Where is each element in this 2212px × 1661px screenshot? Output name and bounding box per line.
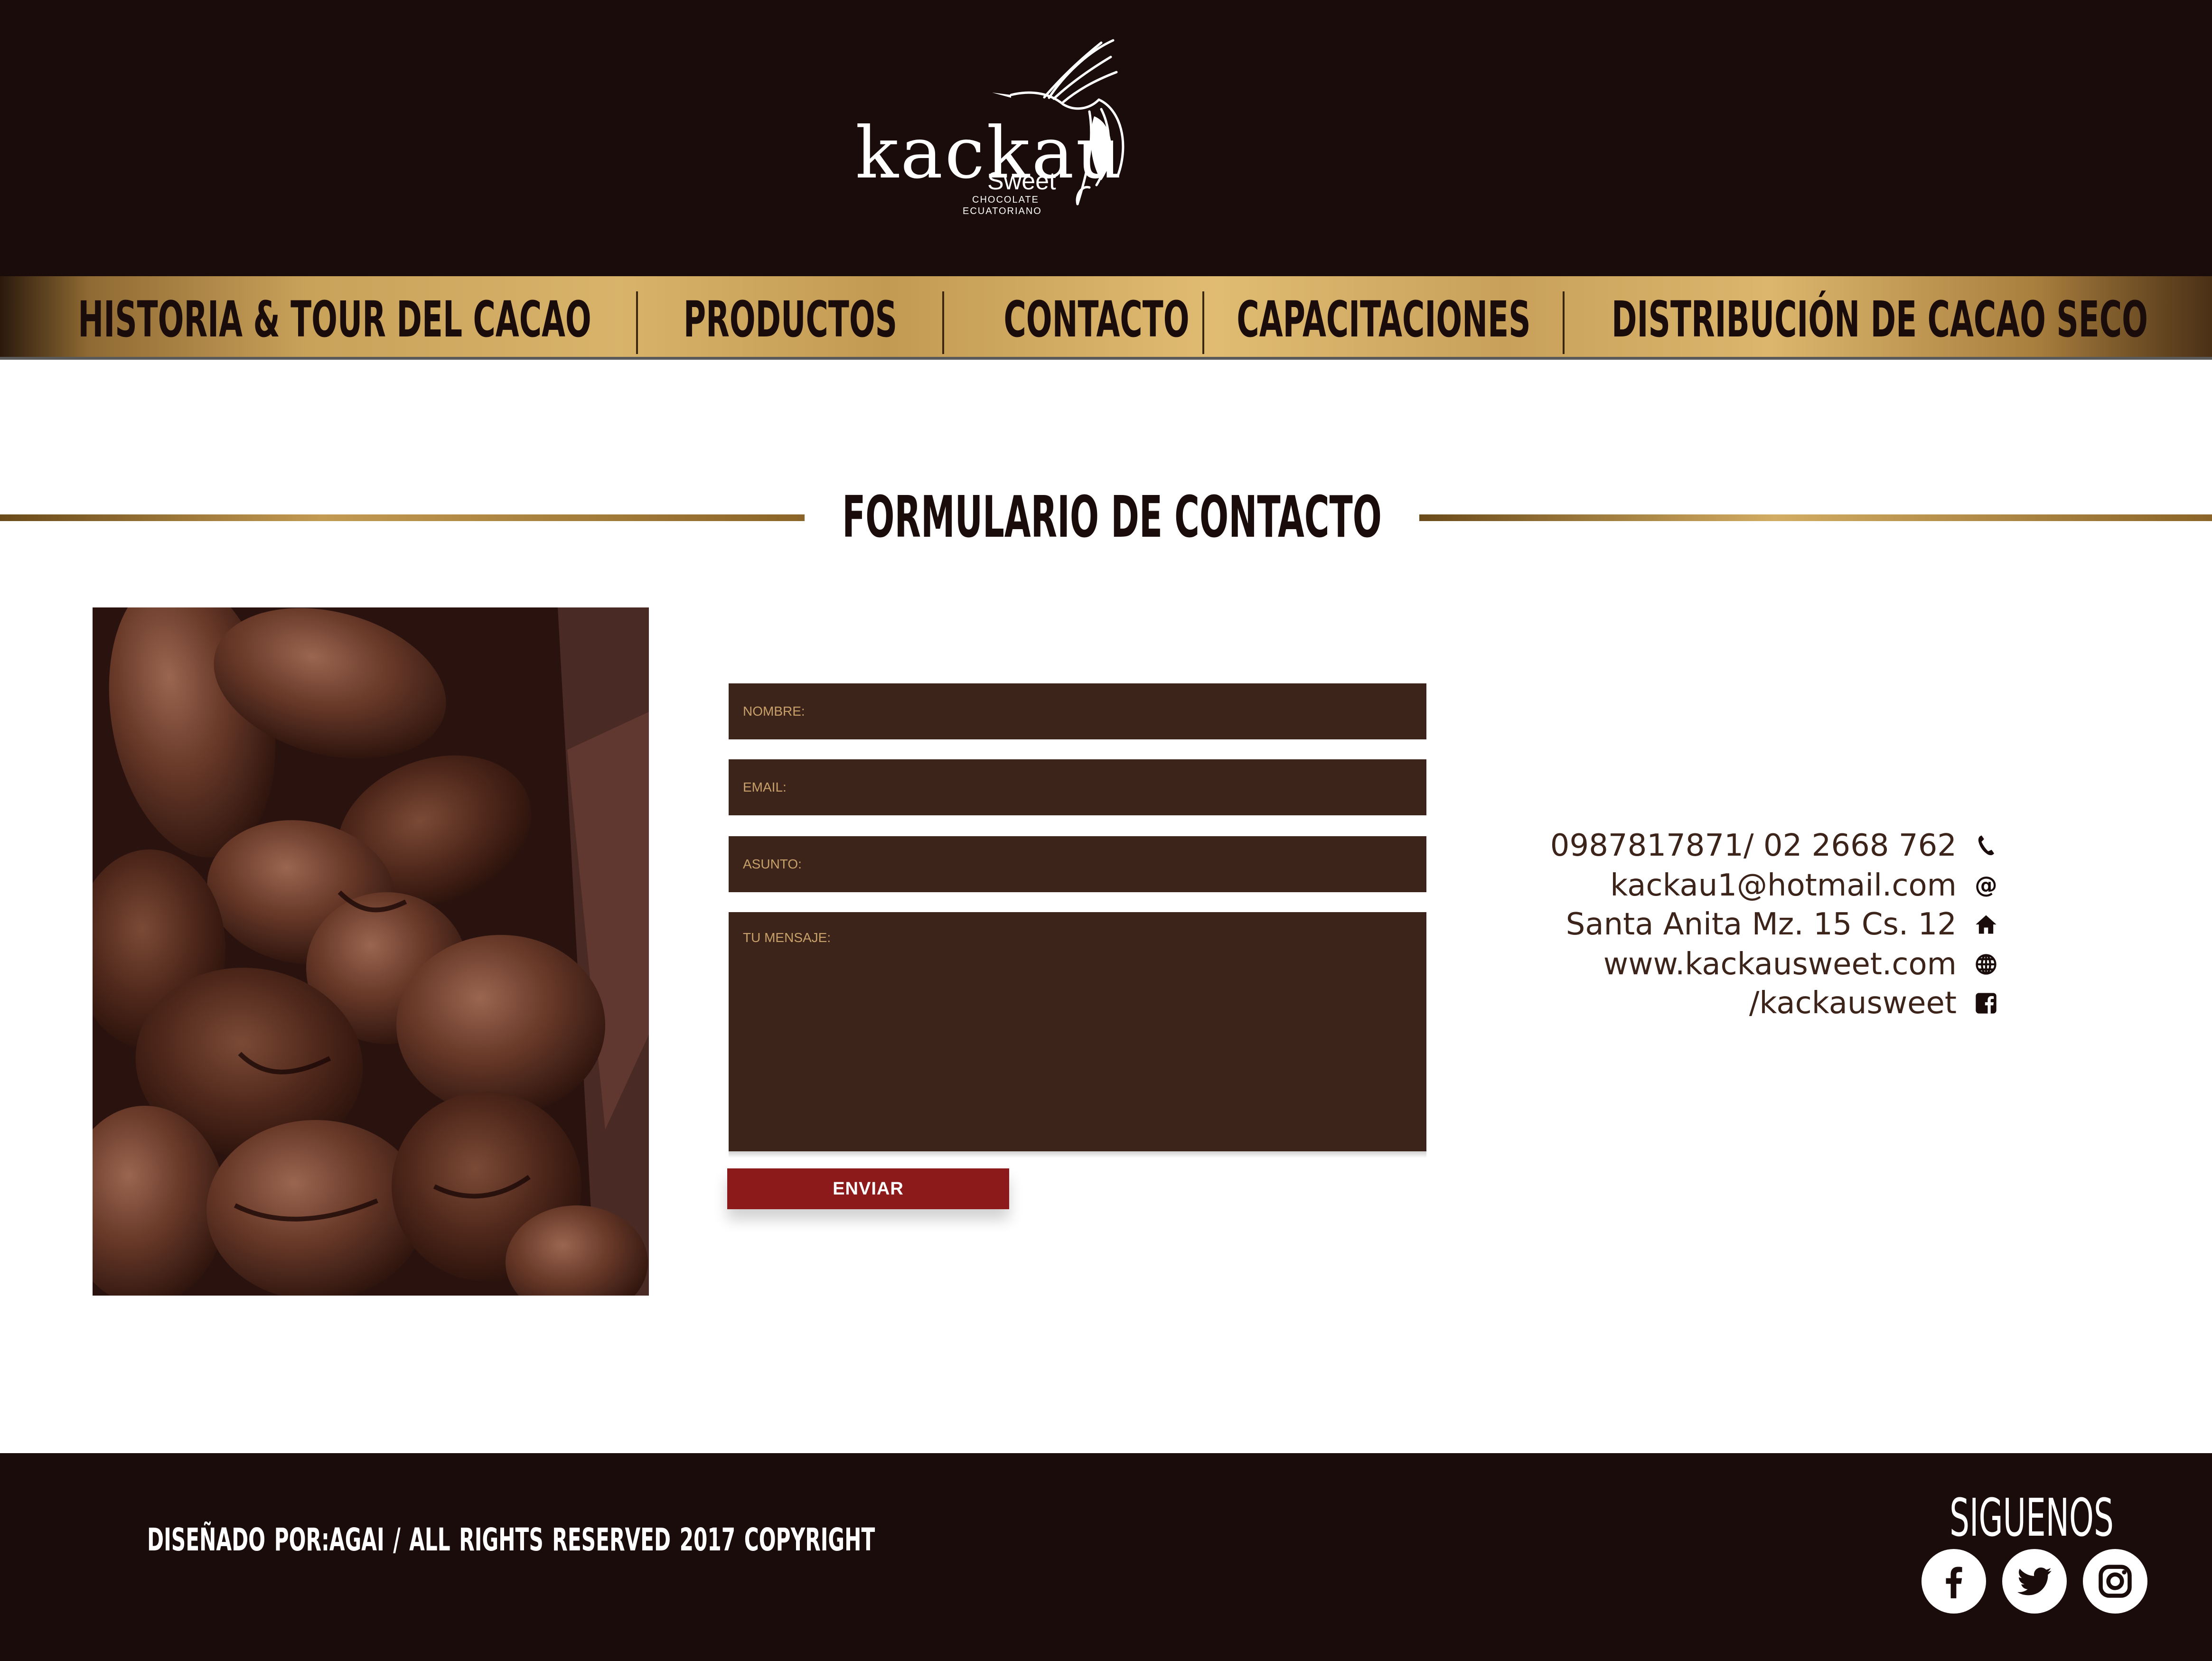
globe-icon (1974, 952, 1998, 977)
site-footer: DISEÑADO POR:AGAI / ALL RIGHTS RESERVED … (0, 1453, 2212, 1661)
nav-divider (1202, 291, 1204, 354)
title-divider-right (1419, 514, 2212, 521)
nav-divider (636, 291, 638, 354)
home-icon (1974, 912, 1998, 937)
phone-icon (1974, 833, 1998, 858)
contact-phone: 0987817871/ 02 2668 762 (1550, 827, 1998, 865)
twitter-icon (2017, 1567, 2052, 1596)
hummingbird-logo-icon (992, 39, 1125, 205)
instagram-social-button[interactable] (2083, 1549, 2147, 1614)
nav-item-historia[interactable]: HISTORIA & TOUR DEL CACAO (78, 290, 591, 348)
follow-label: SIGUENOS (1950, 1487, 2114, 1548)
nombre-input[interactable] (729, 683, 1426, 739)
nav-divider (1563, 291, 1565, 354)
form-shadow (729, 1151, 1426, 1158)
main-nav: HISTORIA & TOUR DEL CACAO PRODUCTOS CONT… (0, 276, 2212, 360)
nav-bottom-border (0, 357, 2212, 360)
facebook-square-icon (1974, 991, 1998, 1016)
nav-item-contacto[interactable]: CONTACTO (1003, 290, 1189, 348)
contact-phone-text: 0987817871/ 02 2668 762 (1550, 828, 1957, 863)
nav-item-capacitaciones[interactable]: CAPACITACIONES (1237, 290, 1530, 348)
contact-website[interactable]: www.kackausweet.com (1603, 945, 1998, 983)
nav-item-productos[interactable]: PRODUCTOS (684, 290, 897, 348)
site-header: kackau Sweet CHOCOLATE ECUATORIANO (0, 0, 2212, 276)
contact-website-text[interactable]: www.kackausweet.com (1603, 947, 1957, 982)
instagram-icon (2099, 1565, 2132, 1598)
cacao-beans-image (93, 607, 649, 1296)
kackau-logo[interactable]: kackau Sweet CHOCOLATE ECUATORIANO (850, 33, 1144, 223)
page-title: FORMULARIO DE CONTACTO (842, 484, 1382, 551)
title-divider-left (0, 514, 805, 521)
facebook-social-button[interactable] (1921, 1549, 1986, 1614)
contact-email[interactable]: kackau1@hotmail.com @ (1610, 867, 1998, 905)
nav-divider (942, 291, 944, 354)
at-icon: @ (1974, 873, 1998, 898)
contact-address-text: Santa Anita Mz. 15 Cs. 12 (1565, 907, 1957, 942)
mensaje-textarea[interactable] (729, 912, 1426, 1151)
contact-address: Santa Anita Mz. 15 Cs. 12 (1566, 905, 1998, 943)
enviar-button[interactable]: ENVIAR (727, 1168, 1009, 1209)
twitter-social-button[interactable] (2002, 1549, 2067, 1614)
footer-credit: DISEÑADO POR:AGAI / ALL RIGHTS RESERVED … (147, 1521, 875, 1558)
contact-facebook-text[interactable]: /kackausweet (1749, 986, 1957, 1021)
svg-text:@: @ (1975, 873, 1997, 898)
email-input[interactable] (729, 759, 1426, 815)
contact-facebook[interactable]: /kackausweet (1749, 984, 1998, 1022)
contact-email-text[interactable]: kackau1@hotmail.com (1610, 868, 1957, 903)
facebook-icon (1946, 1567, 1962, 1598)
nav-item-distribucion[interactable]: DISTRIBUCIÓN DE CACAO SECO (1612, 290, 2148, 348)
asunto-input[interactable] (729, 836, 1426, 892)
